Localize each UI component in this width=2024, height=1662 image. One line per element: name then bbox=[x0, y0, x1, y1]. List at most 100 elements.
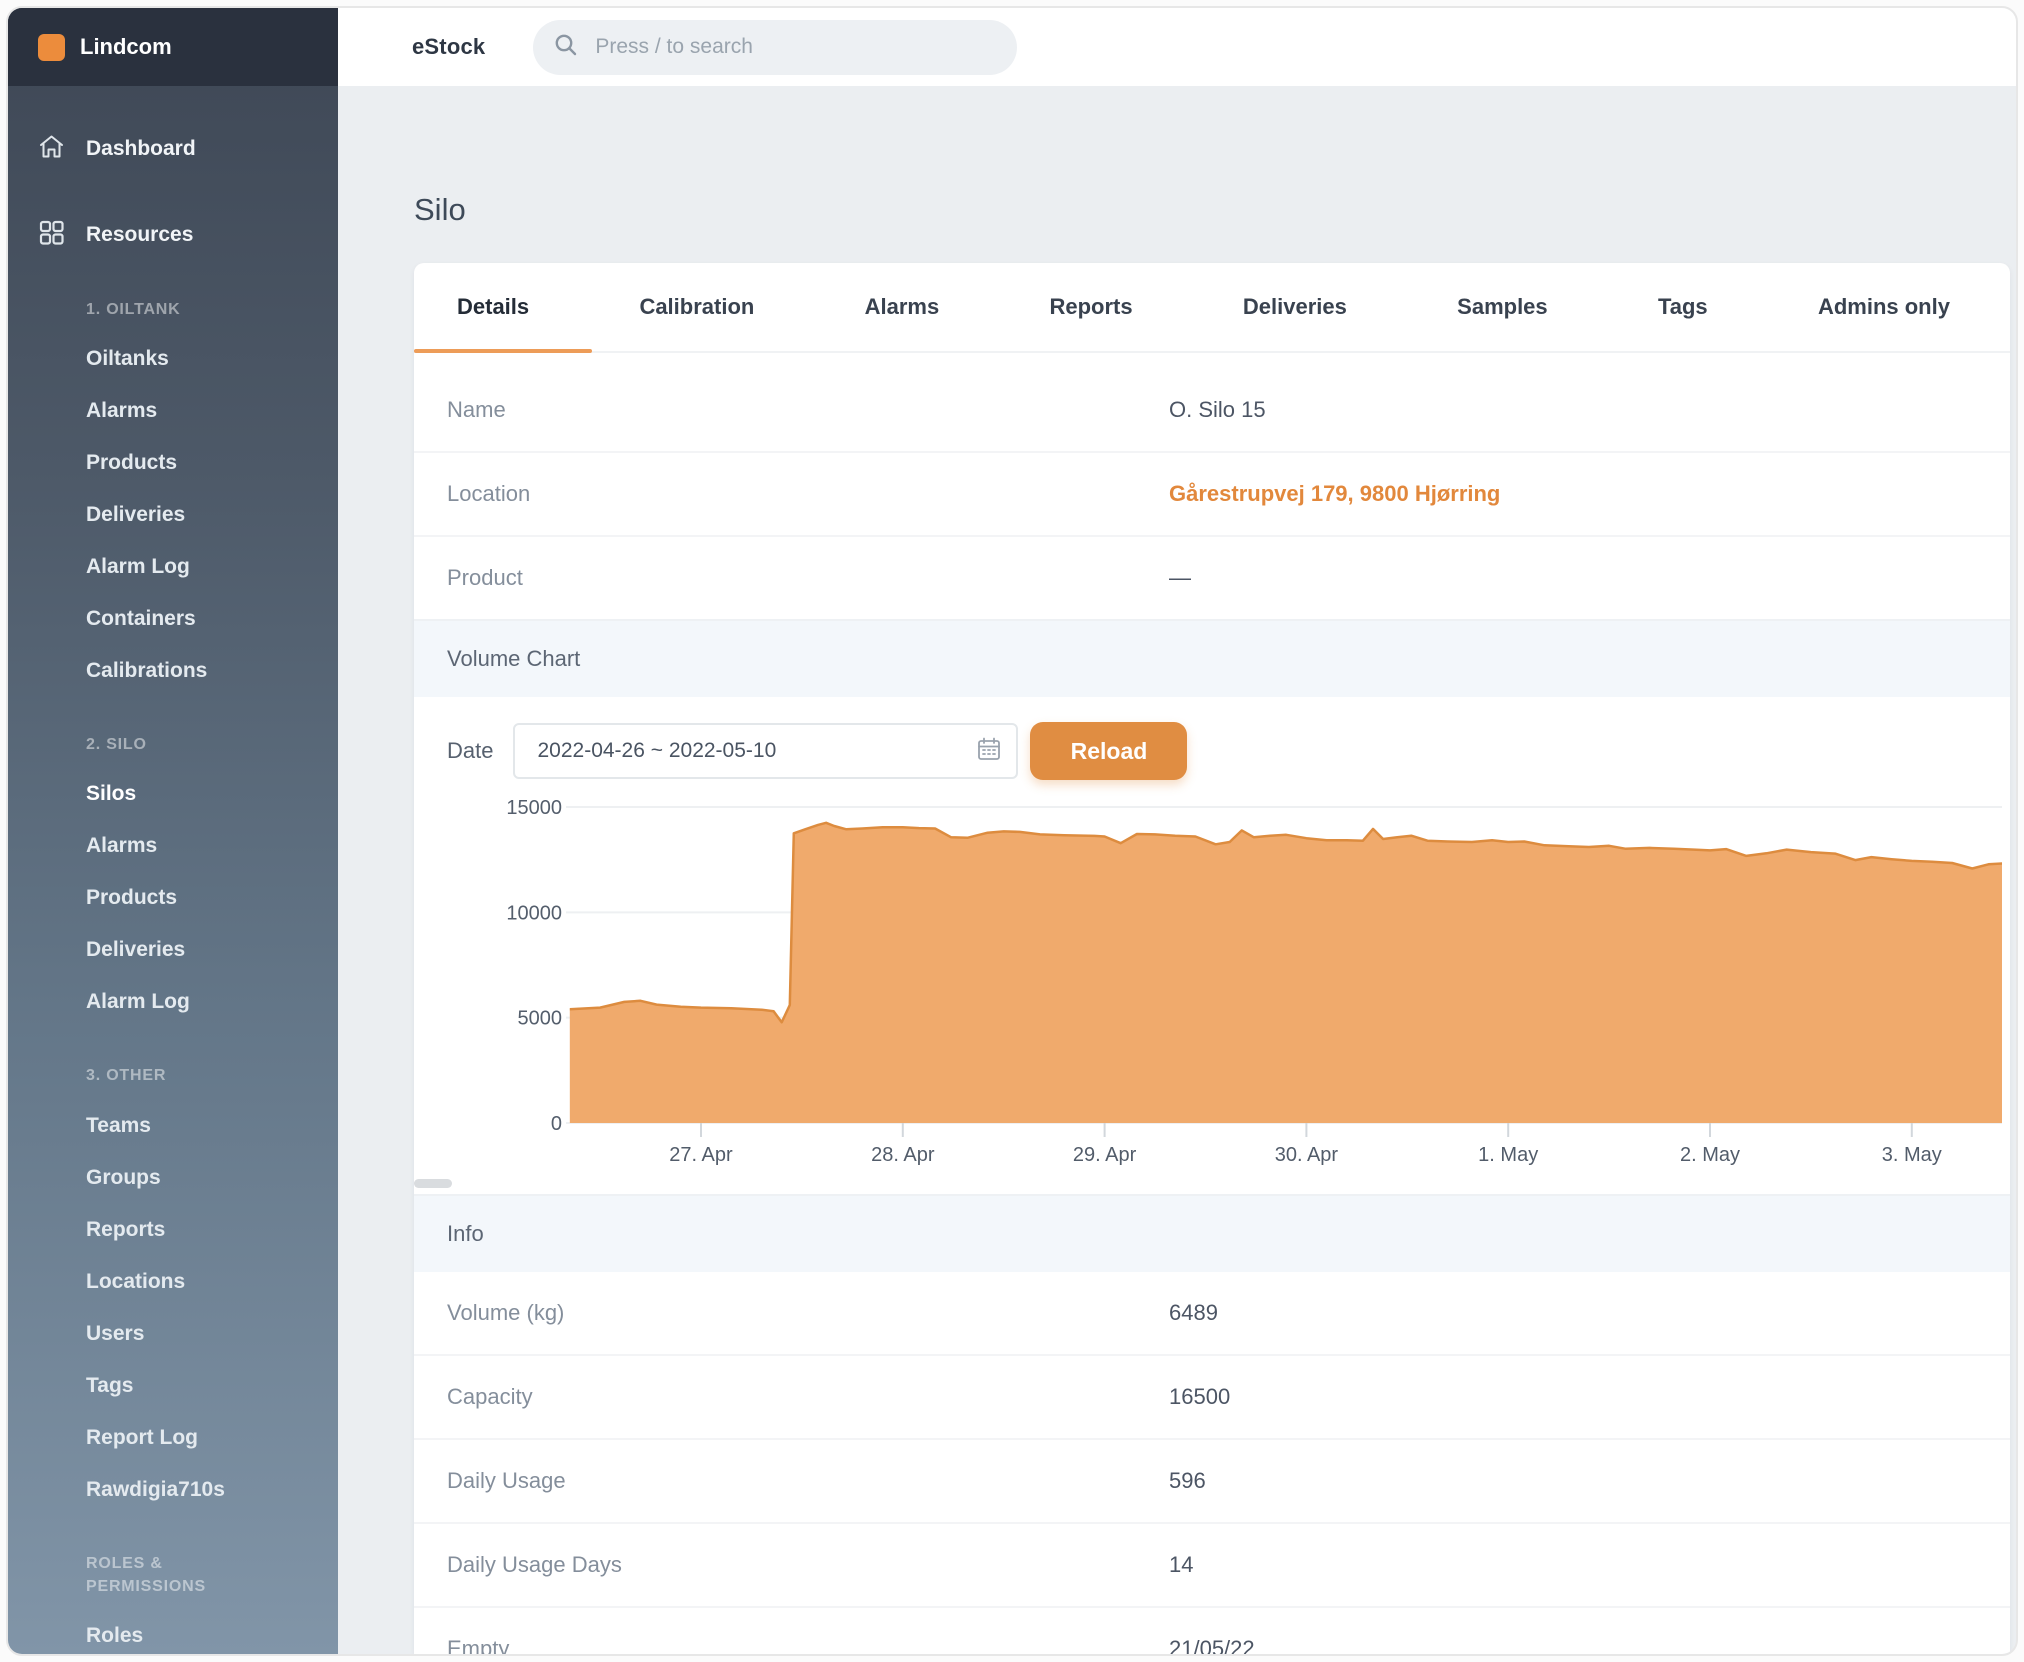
sidebar-section-items: Roles bbox=[8, 1610, 338, 1656]
tab-tags[interactable]: Tags bbox=[1658, 294, 1708, 320]
topbar: eStock Press / to search bbox=[338, 8, 2016, 86]
svg-text:0: 0 bbox=[551, 1113, 562, 1135]
sidebar-item-silos[interactable]: Silos bbox=[8, 768, 338, 820]
sidebar-item-alarm-log[interactable]: Alarm Log bbox=[8, 541, 338, 593]
date-range-input[interactable]: 2022-04-26 ~ 2022-05-10 bbox=[513, 723, 1018, 779]
date-range-value: 2022-04-26 ~ 2022-05-10 bbox=[537, 739, 976, 763]
details-rows: Name O. Silo 15 Location Gårestrupvej 17… bbox=[414, 353, 2010, 619]
field-value[interactable]: Gårestrupvej 179, 9800 Hjørring bbox=[1169, 481, 1500, 507]
tab-reports[interactable]: Reports bbox=[1050, 294, 1133, 320]
sidebar-item-users[interactable]: Users bbox=[8, 1308, 338, 1360]
tab-bar: Details Calibration Alarms Reports Deliverie… bbox=[414, 263, 2010, 353]
chart-horizontal-scrollbar[interactable] bbox=[414, 1179, 452, 1188]
field-row: Capacity 16500 bbox=[414, 1354, 2010, 1438]
sidebar: Lindcom Dashboard bbox=[8, 8, 338, 1654]
section-volume-chart: Volume Chart bbox=[414, 619, 2010, 697]
svg-text:5000: 5000 bbox=[518, 1008, 563, 1030]
field-value: 21/05/22 bbox=[1169, 1636, 1255, 1654]
search-input[interactable]: Press / to search bbox=[533, 20, 1017, 75]
tab-admins-only[interactable]: Admins only bbox=[1818, 294, 1950, 320]
date-row: Date 2022-04-26 ~ 2022-05-10 Reload bbox=[447, 722, 1187, 780]
calendar-icon[interactable] bbox=[976, 736, 1002, 767]
sidebar-item-reports[interactable]: Reports bbox=[8, 1204, 338, 1256]
sidebar-section-title: 3. OTHER bbox=[8, 1050, 256, 1099]
sidebar-item-alarm-log[interactable]: Alarm Log bbox=[8, 976, 338, 1028]
field-value: — bbox=[1169, 565, 1191, 591]
sidebar-item-rawdigia710s[interactable]: Rawdigia710s bbox=[8, 1464, 338, 1516]
brand-name: Lindcom bbox=[80, 34, 172, 60]
sidebar-item-roles[interactable]: Roles bbox=[8, 1610, 338, 1656]
brand-logo-icon bbox=[38, 34, 65, 61]
search-icon bbox=[553, 32, 579, 63]
sidebar-item-report-log[interactable]: Report Log bbox=[8, 1412, 338, 1464]
field-value: 16500 bbox=[1169, 1384, 1230, 1410]
field-label: Volume (kg) bbox=[414, 1300, 1169, 1326]
field-row: Daily Usage Days 14 bbox=[414, 1522, 2010, 1606]
sidebar-section: 3. OTHER Teams Groups Reports Locations … bbox=[8, 1050, 338, 1515]
sidebar-item-label: Dashboard bbox=[86, 137, 196, 161]
sidebar-section-title: ROLES & PERMISSIONS bbox=[8, 1538, 256, 1610]
date-label: Date bbox=[447, 738, 493, 764]
field-label: Product bbox=[414, 565, 1169, 591]
sidebar-item-label: Resources bbox=[86, 223, 193, 247]
svg-text:15000: 15000 bbox=[506, 797, 562, 819]
sidebar-item-resources[interactable]: Resources bbox=[8, 208, 338, 262]
sidebar-section: 1. OILTANK Oiltanks Alarms Products Deli… bbox=[8, 284, 338, 697]
sidebar-section: ROLES & PERMISSIONS Roles bbox=[8, 1538, 338, 1656]
sidebar-item-deliveries[interactable]: Deliveries bbox=[8, 924, 338, 976]
sidebar-item-teams[interactable]: Teams bbox=[8, 1100, 338, 1152]
tab-samples[interactable]: Samples bbox=[1457, 294, 1548, 320]
field-label: Empty bbox=[414, 1636, 1169, 1654]
sidebar-item-products[interactable]: Products bbox=[8, 872, 338, 924]
sidebar-item-dashboard[interactable]: Dashboard bbox=[8, 122, 338, 176]
svg-text:30. Apr: 30. Apr bbox=[1275, 1144, 1339, 1166]
sidebar-item-containers[interactable]: Containers bbox=[8, 593, 338, 645]
sidebar-section-items: Teams Groups Reports Locations Users Tag… bbox=[8, 1100, 338, 1516]
field-value: 6489 bbox=[1169, 1300, 1218, 1326]
sidebar-section-title: 1. OILTANK bbox=[8, 284, 256, 333]
search-placeholder: Press / to search bbox=[595, 35, 753, 59]
tab-deliveries[interactable]: Deliveries bbox=[1243, 294, 1347, 320]
volume-area-chart: 0 5000 10000 15000 27. Apr 28. Apr 29. Apr 30. … bbox=[414, 787, 2002, 1172]
field-label: Capacity bbox=[414, 1384, 1169, 1410]
sidebar-item-tags[interactable]: Tags bbox=[8, 1360, 338, 1412]
window-frame: Lindcom Dashboard bbox=[6, 6, 2018, 1656]
tab-details[interactable]: Details bbox=[457, 294, 529, 320]
tab-alarms[interactable]: Alarms bbox=[865, 294, 940, 320]
field-value: 596 bbox=[1169, 1468, 1206, 1494]
section-title: Info bbox=[447, 1221, 484, 1247]
sidebar-sections: 1. OILTANK Oiltanks Alarms Products Deli… bbox=[8, 284, 338, 1656]
svg-text:10000: 10000 bbox=[506, 902, 562, 924]
svg-text:29. Apr: 29. Apr bbox=[1073, 1144, 1137, 1166]
reload-button[interactable]: Reload bbox=[1030, 722, 1187, 780]
field-label: Daily Usage Days bbox=[414, 1552, 1169, 1578]
field-value: 14 bbox=[1169, 1552, 1193, 1578]
sidebar-item-alarms[interactable]: Alarms bbox=[8, 820, 338, 872]
field-row: Name O. Silo 15 bbox=[414, 369, 2010, 451]
svg-text:27. Apr: 27. Apr bbox=[669, 1144, 733, 1166]
sidebar-item-deliveries[interactable]: Deliveries bbox=[8, 489, 338, 541]
volume-chart-block: Date 2022-04-26 ~ 2022-05-10 Reload bbox=[414, 697, 2010, 1194]
tab-calibration[interactable]: Calibration bbox=[639, 294, 754, 320]
sidebar-section-items: Oiltanks Alarms Products Deliveries Alar… bbox=[8, 333, 338, 697]
field-row: Product — bbox=[414, 535, 2010, 619]
field-row: Location Gårestrupvej 179, 9800 Hjørring bbox=[414, 451, 2010, 535]
app-title: eStock bbox=[412, 34, 485, 60]
sidebar-item-calibrations[interactable]: Calibrations bbox=[8, 645, 338, 697]
field-row: Empty 21/05/22 bbox=[414, 1606, 2010, 1654]
field-label: Location bbox=[414, 481, 1169, 507]
svg-text:28. Apr: 28. Apr bbox=[871, 1144, 935, 1166]
sidebar-section: 2. SILO Silos Alarms Products Deliveries… bbox=[8, 719, 338, 1028]
sidebar-item-oiltanks[interactable]: Oiltanks bbox=[8, 333, 338, 385]
sidebar-item-groups[interactable]: Groups bbox=[8, 1152, 338, 1204]
sidebar-item-alarms[interactable]: Alarms bbox=[8, 385, 338, 437]
reload-button-label: Reload bbox=[1071, 738, 1148, 765]
svg-text:3. May: 3. May bbox=[1882, 1144, 1942, 1166]
logo-bar: Lindcom bbox=[8, 8, 338, 86]
sidebar-item-products[interactable]: Products bbox=[8, 437, 338, 489]
field-row: Daily Usage 596 bbox=[414, 1438, 2010, 1522]
sidebar-item-locations[interactable]: Locations bbox=[8, 1256, 338, 1308]
svg-text:2. May: 2. May bbox=[1680, 1144, 1740, 1166]
sidebar-section-title: 2. SILO bbox=[8, 719, 256, 768]
field-row: Volume (kg) 6489 bbox=[414, 1272, 2010, 1354]
